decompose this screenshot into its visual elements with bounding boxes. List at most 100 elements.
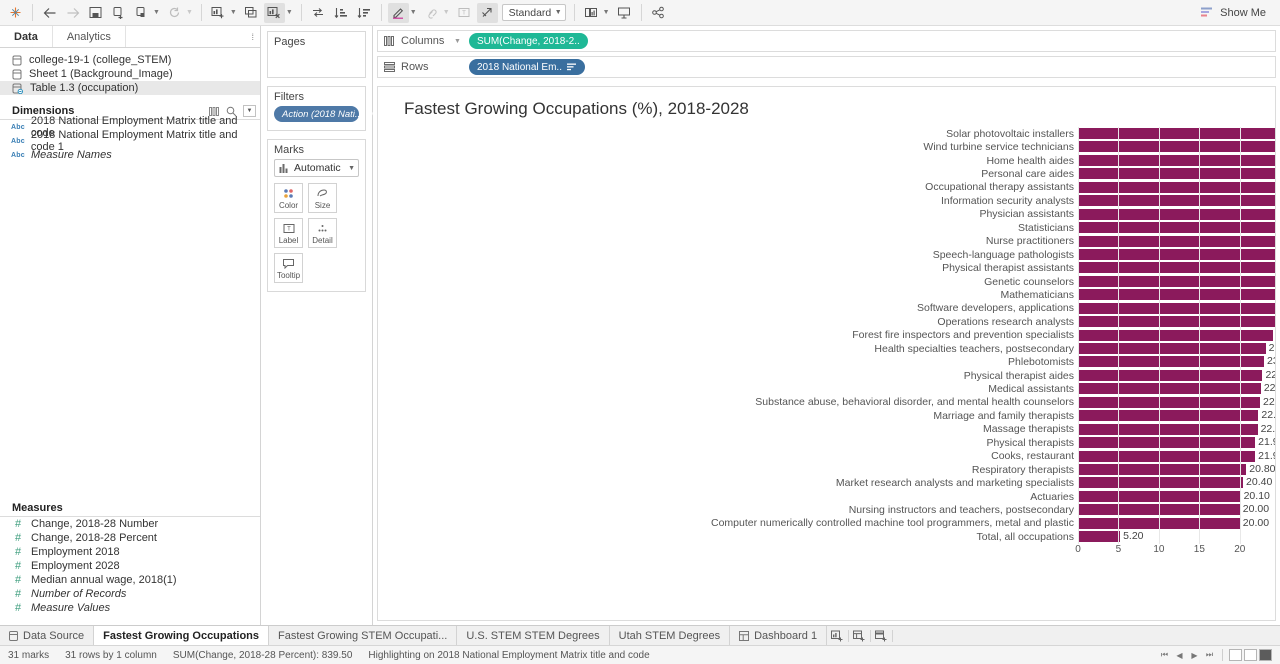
sort-ascending-icon[interactable] [331, 3, 352, 23]
show-labels-icon[interactable]: T [454, 3, 475, 23]
refresh-dropdown-caret[interactable]: ▼ [186, 9, 193, 16]
new-worksheet-icon[interactable] [827, 629, 850, 642]
bar[interactable] [1078, 383, 1261, 395]
chart-row[interactable]: Physical therapists 21.90 [378, 436, 1275, 449]
view-mode-grid-icon[interactable] [1229, 649, 1242, 661]
measure-field-4[interactable]: # Median annual wage, 2018(1) [0, 573, 260, 587]
new-sheet-dropdown-caret[interactable]: ▼ [230, 9, 237, 16]
measure-field-6[interactable]: # Measure Values [0, 601, 260, 615]
rows-shelf[interactable]: Rows ▼ 2018 National Em.. [377, 56, 1276, 78]
duplicate-sheet-icon[interactable] [241, 3, 262, 23]
highlight-dropdown-caret[interactable]: ▼ [410, 9, 417, 16]
pill-employment-matrix-title[interactable]: 2018 National Em.. [468, 59, 585, 75]
chart-row[interactable]: Medical assistants 22.60 [378, 382, 1275, 395]
chart-row[interactable]: Information security analysts 31.60 [378, 194, 1275, 207]
chart-row[interactable]: Occupational therapy assistants 33.10 [378, 181, 1275, 194]
chart-row[interactable]: Computer numerically controlled machine … [378, 517, 1275, 530]
sheet-tab-data-source[interactable]: Data Source [0, 626, 95, 645]
bar[interactable] [1078, 437, 1256, 449]
chart-row[interactable]: Physical therapist aides 22.80 [378, 369, 1275, 382]
bar[interactable] [1078, 410, 1259, 422]
sheet-tab-utah-stem-degrees[interactable]: Utah STEM Degrees [609, 626, 731, 645]
sheet-tab-fastest-growing-occupations[interactable]: Fastest Growing Occupations [94, 626, 270, 645]
chart-row[interactable]: Health specialties teachers, postseconda… [378, 342, 1275, 355]
new-story-icon[interactable] [871, 629, 894, 642]
tab-analytics[interactable]: Analytics [52, 26, 126, 47]
chart-row[interactable]: Actuaries 20.10 [378, 490, 1275, 503]
chart-row[interactable]: Wind turbine service technicians 56.90 [378, 140, 1275, 153]
bar[interactable] [1078, 154, 1275, 166]
sheet-tab-fastest-growing-stem[interactable]: Fastest Growing STEM Occupati... [269, 626, 458, 645]
bar[interactable] [1078, 490, 1241, 502]
measure-field-3[interactable]: # Employment 2028 [0, 559, 260, 573]
chart-row[interactable]: Massage therapists 22.20 [378, 423, 1275, 436]
bar[interactable] [1078, 504, 1240, 516]
chart-row[interactable]: Marriage and family therapists 22.30 [378, 409, 1275, 422]
measure-field-0[interactable]: # Change, 2018-28 Number [0, 517, 260, 531]
tableau-logo-icon[interactable] [5, 3, 26, 23]
chart-row[interactable]: Respiratory therapists 20.80 [378, 463, 1275, 476]
sort-descending-icon[interactable] [354, 3, 375, 23]
view-mode-split-icon[interactable] [1244, 649, 1257, 661]
chart-row[interactable]: Software developers, applications 25.60 [378, 302, 1275, 315]
bar[interactable] [1078, 222, 1275, 234]
back-arrow-icon[interactable] [39, 3, 60, 23]
chart-row[interactable]: Market research analysts and marketing s… [378, 476, 1275, 489]
show-me-button[interactable]: Show Me [1200, 6, 1276, 19]
first-page-icon[interactable]: ⏮ [1158, 649, 1171, 662]
bar[interactable] [1078, 262, 1275, 274]
bar[interactable] [1078, 181, 1275, 193]
view-mode-full-icon[interactable] [1259, 649, 1272, 661]
bar[interactable] [1078, 168, 1275, 180]
columns-dropdown-caret[interactable]: ▼ [454, 38, 461, 45]
data-source-item-0[interactable]: college-19-1 (college_STEM) [0, 53, 260, 67]
measure-field-2[interactable]: # Employment 2018 [0, 545, 260, 559]
x-axis-title[interactable]: Change, 2018-28 Percent [1078, 561, 1275, 573]
bar[interactable] [1078, 141, 1275, 153]
chart-row[interactable]: Physical therapist assistants 27.10 [378, 261, 1275, 274]
chart-row[interactable]: Home health aides 36.60 [378, 154, 1275, 167]
chart-row[interactable]: Phlebotomists 23.00 [378, 355, 1275, 368]
bar[interactable] [1078, 477, 1244, 489]
bar[interactable] [1078, 275, 1275, 287]
chart-row[interactable]: Physician assistants 31.10 [378, 208, 1275, 221]
new-worksheet-icon[interactable] [208, 3, 229, 23]
filter-pill-action[interactable]: Action (2018 Nati.. ⊘ [274, 106, 373, 122]
chart-row[interactable]: Cooks, restaurant 21.90 [378, 450, 1275, 463]
save-icon[interactable] [85, 3, 106, 23]
bar[interactable] [1078, 450, 1256, 462]
clear-sheet-icon[interactable] [263, 2, 285, 23]
sheet-tab-us-stem-degrees[interactable]: U.S. STEM STEM Degrees [457, 626, 610, 645]
group-members-icon[interactable] [421, 3, 442, 23]
chart-row[interactable]: Personal care aides 36.40 [378, 167, 1275, 180]
chart-row[interactable]: Forest fire inspectors and prevention sp… [378, 329, 1275, 342]
fit-select[interactable]: Standard ▼ [501, 4, 566, 21]
data-source-item-2[interactable]: Table 1.3 (occupation) [0, 81, 260, 95]
dimension-field-1[interactable]: Abc 2018 National Employment Matrix titl… [0, 129, 260, 153]
last-page-icon[interactable]: ⏭ [1203, 649, 1216, 662]
bar[interactable] [1078, 316, 1275, 328]
marks-type-select[interactable]: Automatic ▼ [274, 159, 359, 177]
tab-data[interactable]: Data [0, 26, 53, 47]
chart-row[interactable]: Speech-language pathologists 27.30 [378, 248, 1275, 261]
bar[interactable] [1078, 329, 1273, 341]
chart-row[interactable]: Substance abuse, behavioral disorder, an… [378, 396, 1275, 409]
bar[interactable] [1078, 396, 1260, 408]
fix-axes-icon[interactable] [476, 2, 498, 23]
bar[interactable] [1078, 531, 1121, 543]
bar[interactable] [1078, 248, 1275, 260]
bar[interactable] [1078, 289, 1275, 301]
next-page-icon[interactable]: ▶ [1188, 649, 1201, 662]
mark-button-label[interactable]: T Label [274, 218, 303, 248]
pane-collapse-button[interactable]: ⁞ [126, 26, 260, 47]
measure-field-5[interactable]: # Number of Records [0, 587, 260, 601]
chart-row[interactable]: Mathematicians 26.00 [378, 288, 1275, 301]
bar[interactable] [1078, 128, 1275, 139]
chart-row[interactable]: Nursing instructors and teachers, postse… [378, 503, 1275, 516]
clear-sheet-dropdown-caret[interactable]: ▼ [286, 9, 293, 16]
group-dropdown-caret[interactable]: ▼ [443, 9, 450, 16]
forward-arrow-icon[interactable] [62, 3, 83, 23]
bar[interactable] [1078, 423, 1258, 435]
mark-button-size[interactable]: Size [308, 183, 337, 213]
chart-row[interactable]: Total, all occupations 5.20 [378, 530, 1275, 543]
